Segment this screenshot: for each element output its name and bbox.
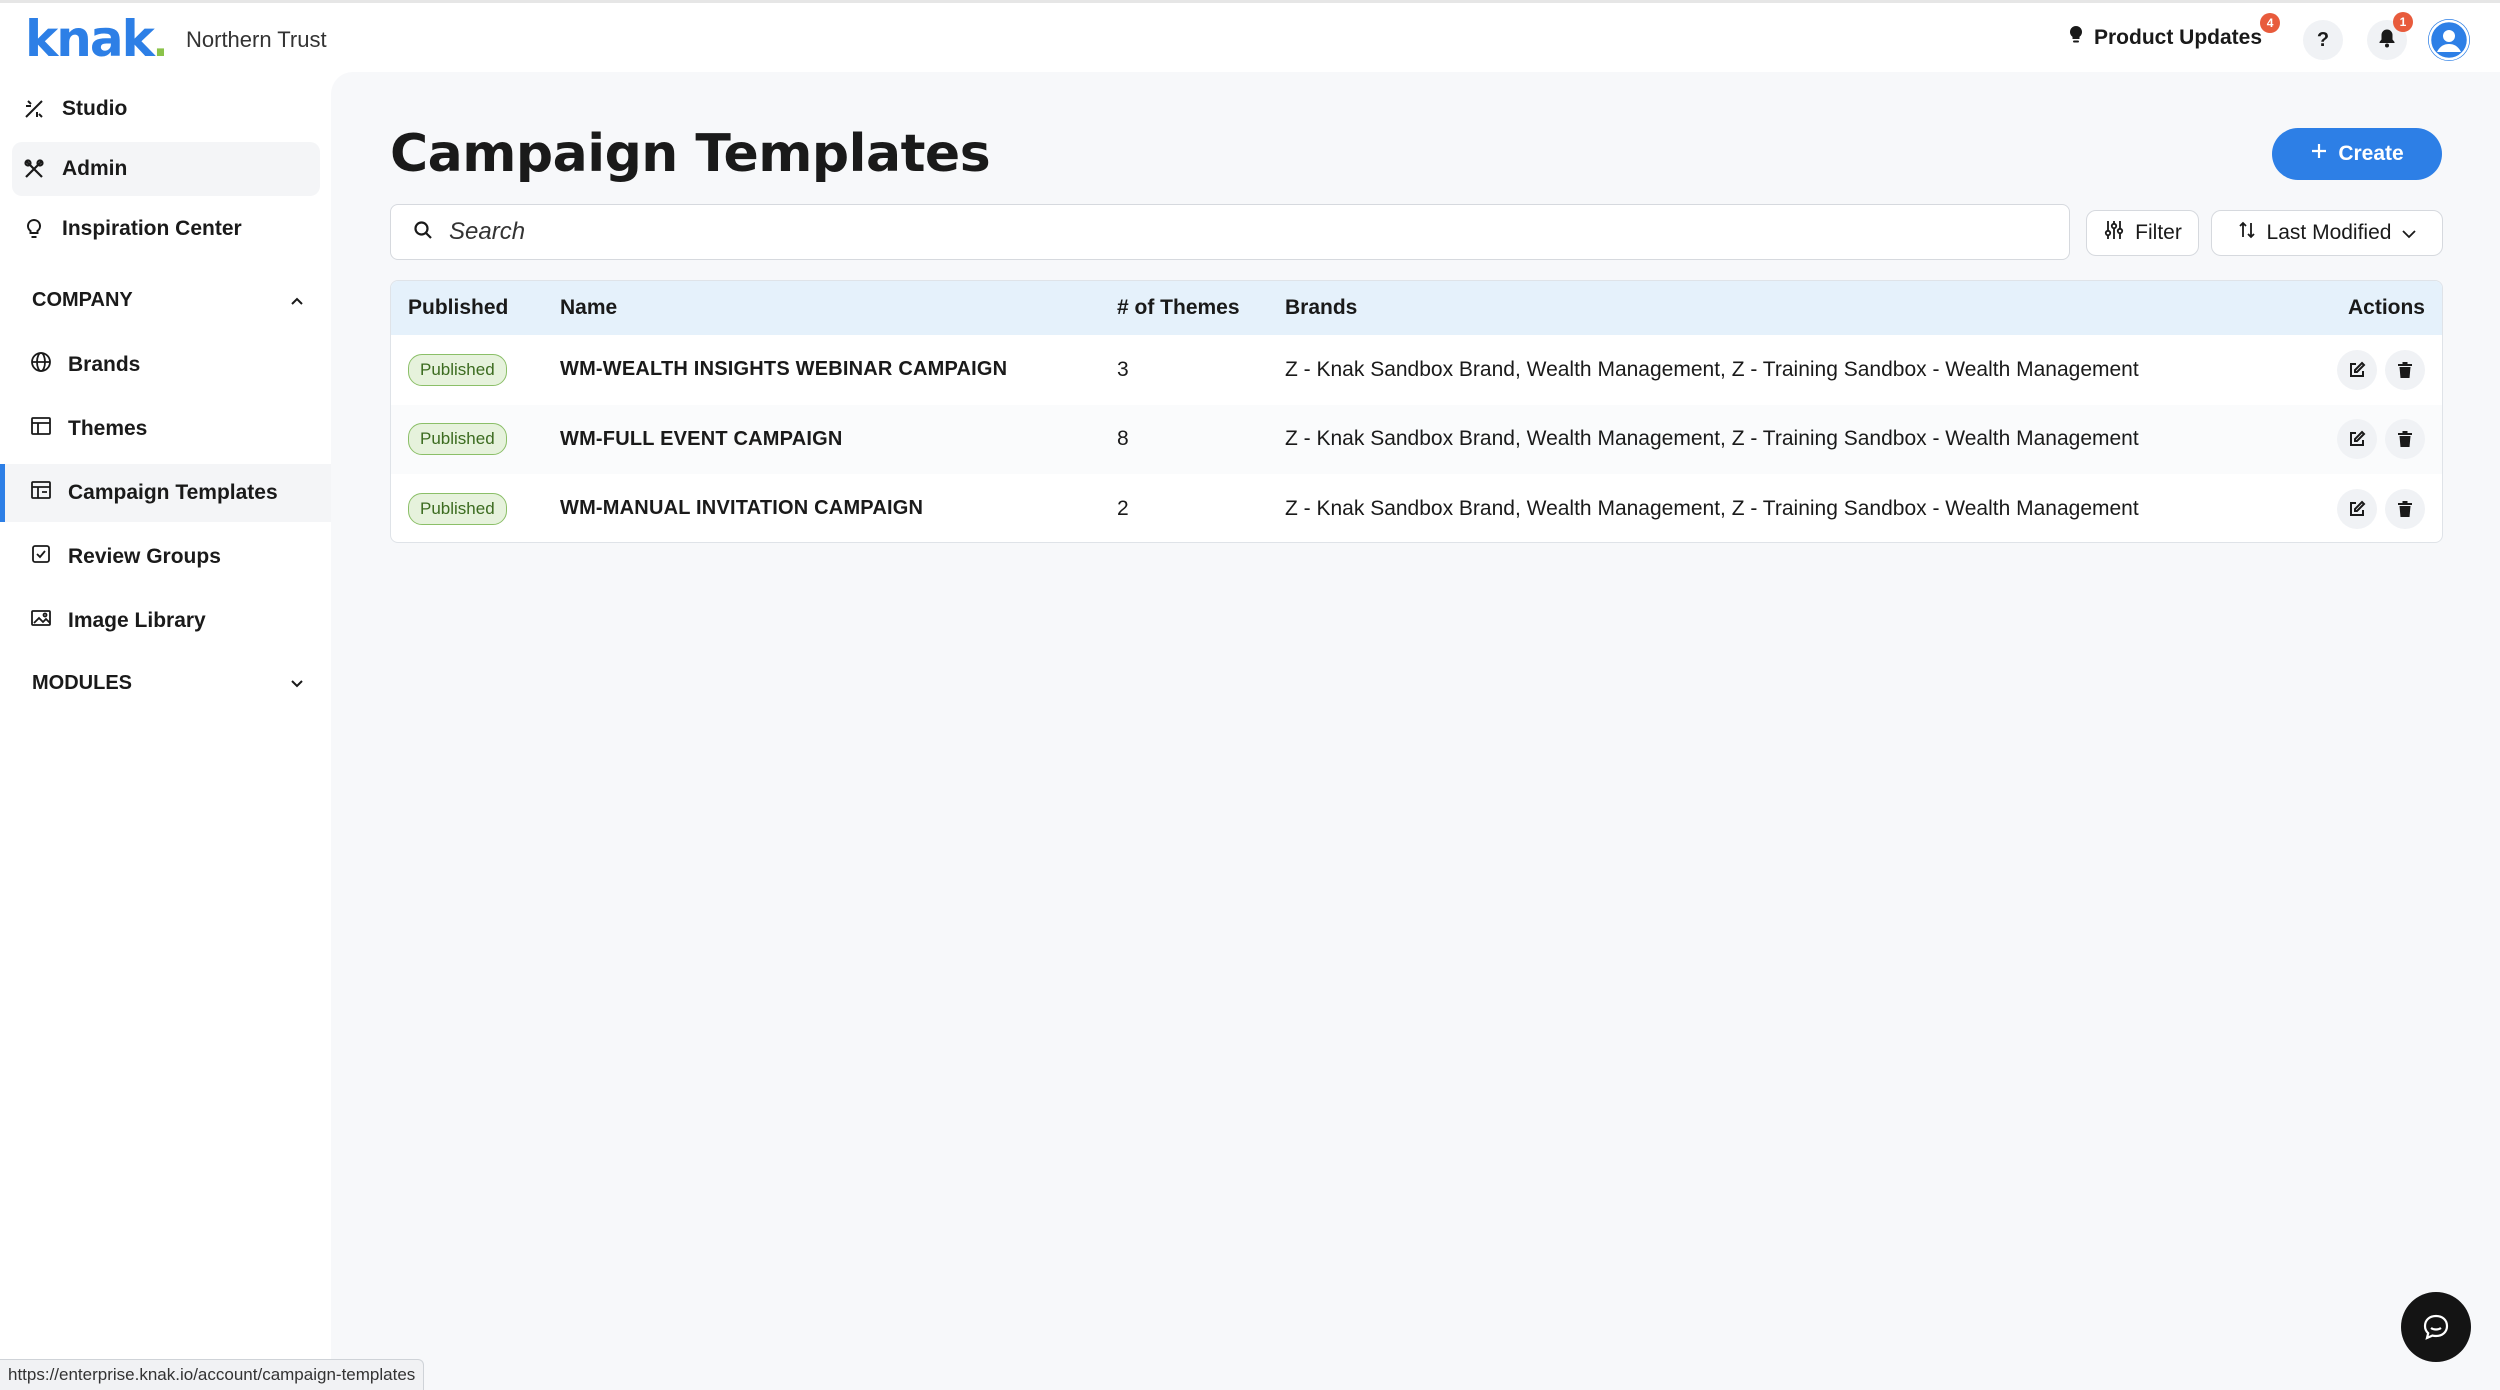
themes-count: 8 xyxy=(1117,427,1129,451)
plus-icon xyxy=(2310,142,2328,166)
edit-icon xyxy=(2350,361,2366,377)
company-section-toggle[interactable]: COMPANY xyxy=(32,280,304,320)
status-badge: Published xyxy=(408,353,507,386)
search-bar xyxy=(390,204,2070,260)
page-title: Campaign Templates xyxy=(390,124,991,184)
chevron-up-icon xyxy=(290,289,304,312)
delete-button[interactable] xyxy=(2385,419,2425,460)
chevron-down-icon xyxy=(2401,221,2417,245)
column-header-brands[interactable]: Brands xyxy=(1285,281,1357,335)
brands-list: Z - Knak Sandbox Brand, Wealth Managemen… xyxy=(1285,357,2139,381)
top-bar: knak. Northern Trust Product Updates 4 ?… xyxy=(0,0,2500,72)
sidebar-item-label: Image Library xyxy=(68,609,206,632)
create-label: Create xyxy=(2338,142,2404,165)
user-avatar[interactable] xyxy=(2428,19,2470,61)
status-bar-url: https://enterprise.knak.io/account/campa… xyxy=(0,1359,425,1390)
sliders-icon xyxy=(2103,219,2125,247)
chevron-down-icon xyxy=(290,672,304,695)
nav-item-inspiration-center[interactable]: Inspiration Center xyxy=(12,202,320,256)
create-button[interactable]: Create xyxy=(2272,128,2442,180)
themes-count: 3 xyxy=(1117,357,1129,381)
sidebar-item-themes[interactable]: Themes xyxy=(0,400,331,458)
filter-button[interactable]: Filter xyxy=(2086,210,2199,256)
delete-button[interactable] xyxy=(2385,349,2425,390)
delete-button[interactable] xyxy=(2385,488,2425,529)
edit-icon xyxy=(2350,500,2366,516)
product-updates-label: Product Updates xyxy=(2094,26,2263,49)
sidebar-item-label: Brands xyxy=(68,353,141,376)
admin-tools-icon xyxy=(22,157,46,181)
trash-icon xyxy=(2398,361,2412,378)
chat-icon xyxy=(2423,1314,2449,1340)
nav-item-label: Admin xyxy=(62,157,128,180)
campaign-templates-table: Published Name # of Themes Brands Action… xyxy=(390,280,2443,543)
user-icon xyxy=(2428,19,2470,61)
modules-section-label: MODULES xyxy=(32,671,132,694)
company-section-label: COMPANY xyxy=(32,288,133,311)
brands-list: Z - Knak Sandbox Brand, Wealth Managemen… xyxy=(1285,496,2139,520)
edit-button[interactable] xyxy=(2337,419,2377,460)
help-icon: ? xyxy=(2316,28,2330,51)
sort-dropdown[interactable]: Last Modified xyxy=(2211,210,2443,256)
column-header-published[interactable]: Published xyxy=(408,281,508,335)
nav-item-label: Inspiration Center xyxy=(62,217,242,240)
sidebar-item-review-groups[interactable]: Review Groups xyxy=(0,528,331,586)
table-row[interactable]: Published WM-FULL EVENT CAMPAIGN 8 Z - K… xyxy=(391,404,2442,474)
brands-list: Z - Knak Sandbox Brand, Wealth Managemen… xyxy=(1285,427,2139,451)
sidebar-item-image-library[interactable]: Image Library xyxy=(0,592,331,650)
chat-launcher-button[interactable] xyxy=(2401,1292,2471,1362)
notifications-badge: 1 xyxy=(2393,12,2413,32)
template-name[interactable]: WM-MANUAL INVITATION CAMPAIGN xyxy=(560,497,923,520)
nav-item-admin[interactable]: Admin xyxy=(12,142,320,196)
studio-icon xyxy=(22,97,46,121)
trash-icon xyxy=(2398,431,2412,448)
notifications-button[interactable]: 1 xyxy=(2367,12,2413,60)
checkbox-icon xyxy=(30,543,52,571)
trash-icon xyxy=(2398,500,2412,517)
search-icon xyxy=(413,220,433,245)
sidebar-item-brands[interactable]: Brands xyxy=(0,336,331,394)
globe-icon xyxy=(30,351,52,379)
edit-button[interactable] xyxy=(2337,349,2377,390)
template-name[interactable]: WM-FULL EVENT CAMPAIGN xyxy=(560,428,843,451)
organization-name: Northern Trust xyxy=(186,27,327,52)
sidebar: Studio Admin Inspiration Center COMPANY … xyxy=(0,72,331,1390)
nav-item-studio[interactable]: Studio xyxy=(12,82,320,136)
template-name[interactable]: WM-WEALTH INSIGHTS WEBINAR CAMPAIGN xyxy=(560,358,1007,381)
edit-icon xyxy=(2350,430,2366,447)
sidebar-item-label: Campaign Templates xyxy=(68,481,278,504)
sort-arrows-icon xyxy=(2237,220,2257,246)
modules-section-toggle[interactable]: MODULES xyxy=(32,663,304,703)
sort-label: Last Modified xyxy=(2266,221,2392,244)
lightbulb-icon xyxy=(2068,25,2084,51)
edit-button[interactable] xyxy=(2337,488,2377,529)
nav-item-label: Studio xyxy=(62,97,128,120)
status-badge: Published xyxy=(408,423,507,456)
knak-logo[interactable]: knak. xyxy=(25,11,168,71)
campaign-icon xyxy=(30,479,52,507)
sidebar-item-label: Review Groups xyxy=(68,545,221,568)
help-button[interactable]: ? xyxy=(2303,20,2343,60)
image-icon xyxy=(30,607,52,635)
lightbulb-icon xyxy=(22,217,46,241)
table-row[interactable]: Published WM-MANUAL INVITATION CAMPAIGN … xyxy=(391,474,2442,542)
table-header: Published Name # of Themes Brands Action… xyxy=(391,281,2442,335)
bell-icon xyxy=(2378,28,2396,53)
status-badge: Published xyxy=(408,492,507,525)
main-content: Campaign Templates Create Filter Last Mo… xyxy=(331,72,2500,1390)
themes-count: 2 xyxy=(1117,496,1129,520)
product-updates-button[interactable]: Product Updates 4 xyxy=(2068,13,2281,51)
product-updates-badge: 4 xyxy=(2260,13,2281,33)
filter-label: Filter xyxy=(2135,221,2182,244)
sidebar-item-label: Themes xyxy=(68,417,148,440)
column-header-name[interactable]: Name xyxy=(560,281,617,335)
sidebar-item-campaign-templates[interactable]: Campaign Templates xyxy=(0,464,331,522)
column-header-themes[interactable]: # of Themes xyxy=(1117,281,1240,335)
themes-icon xyxy=(30,415,52,443)
table-row[interactable]: Published WM-WEALTH INSIGHTS WEBINAR CAM… xyxy=(391,335,2442,405)
column-header-actions: Actions xyxy=(2347,296,2425,319)
search-input[interactable] xyxy=(449,205,2069,259)
